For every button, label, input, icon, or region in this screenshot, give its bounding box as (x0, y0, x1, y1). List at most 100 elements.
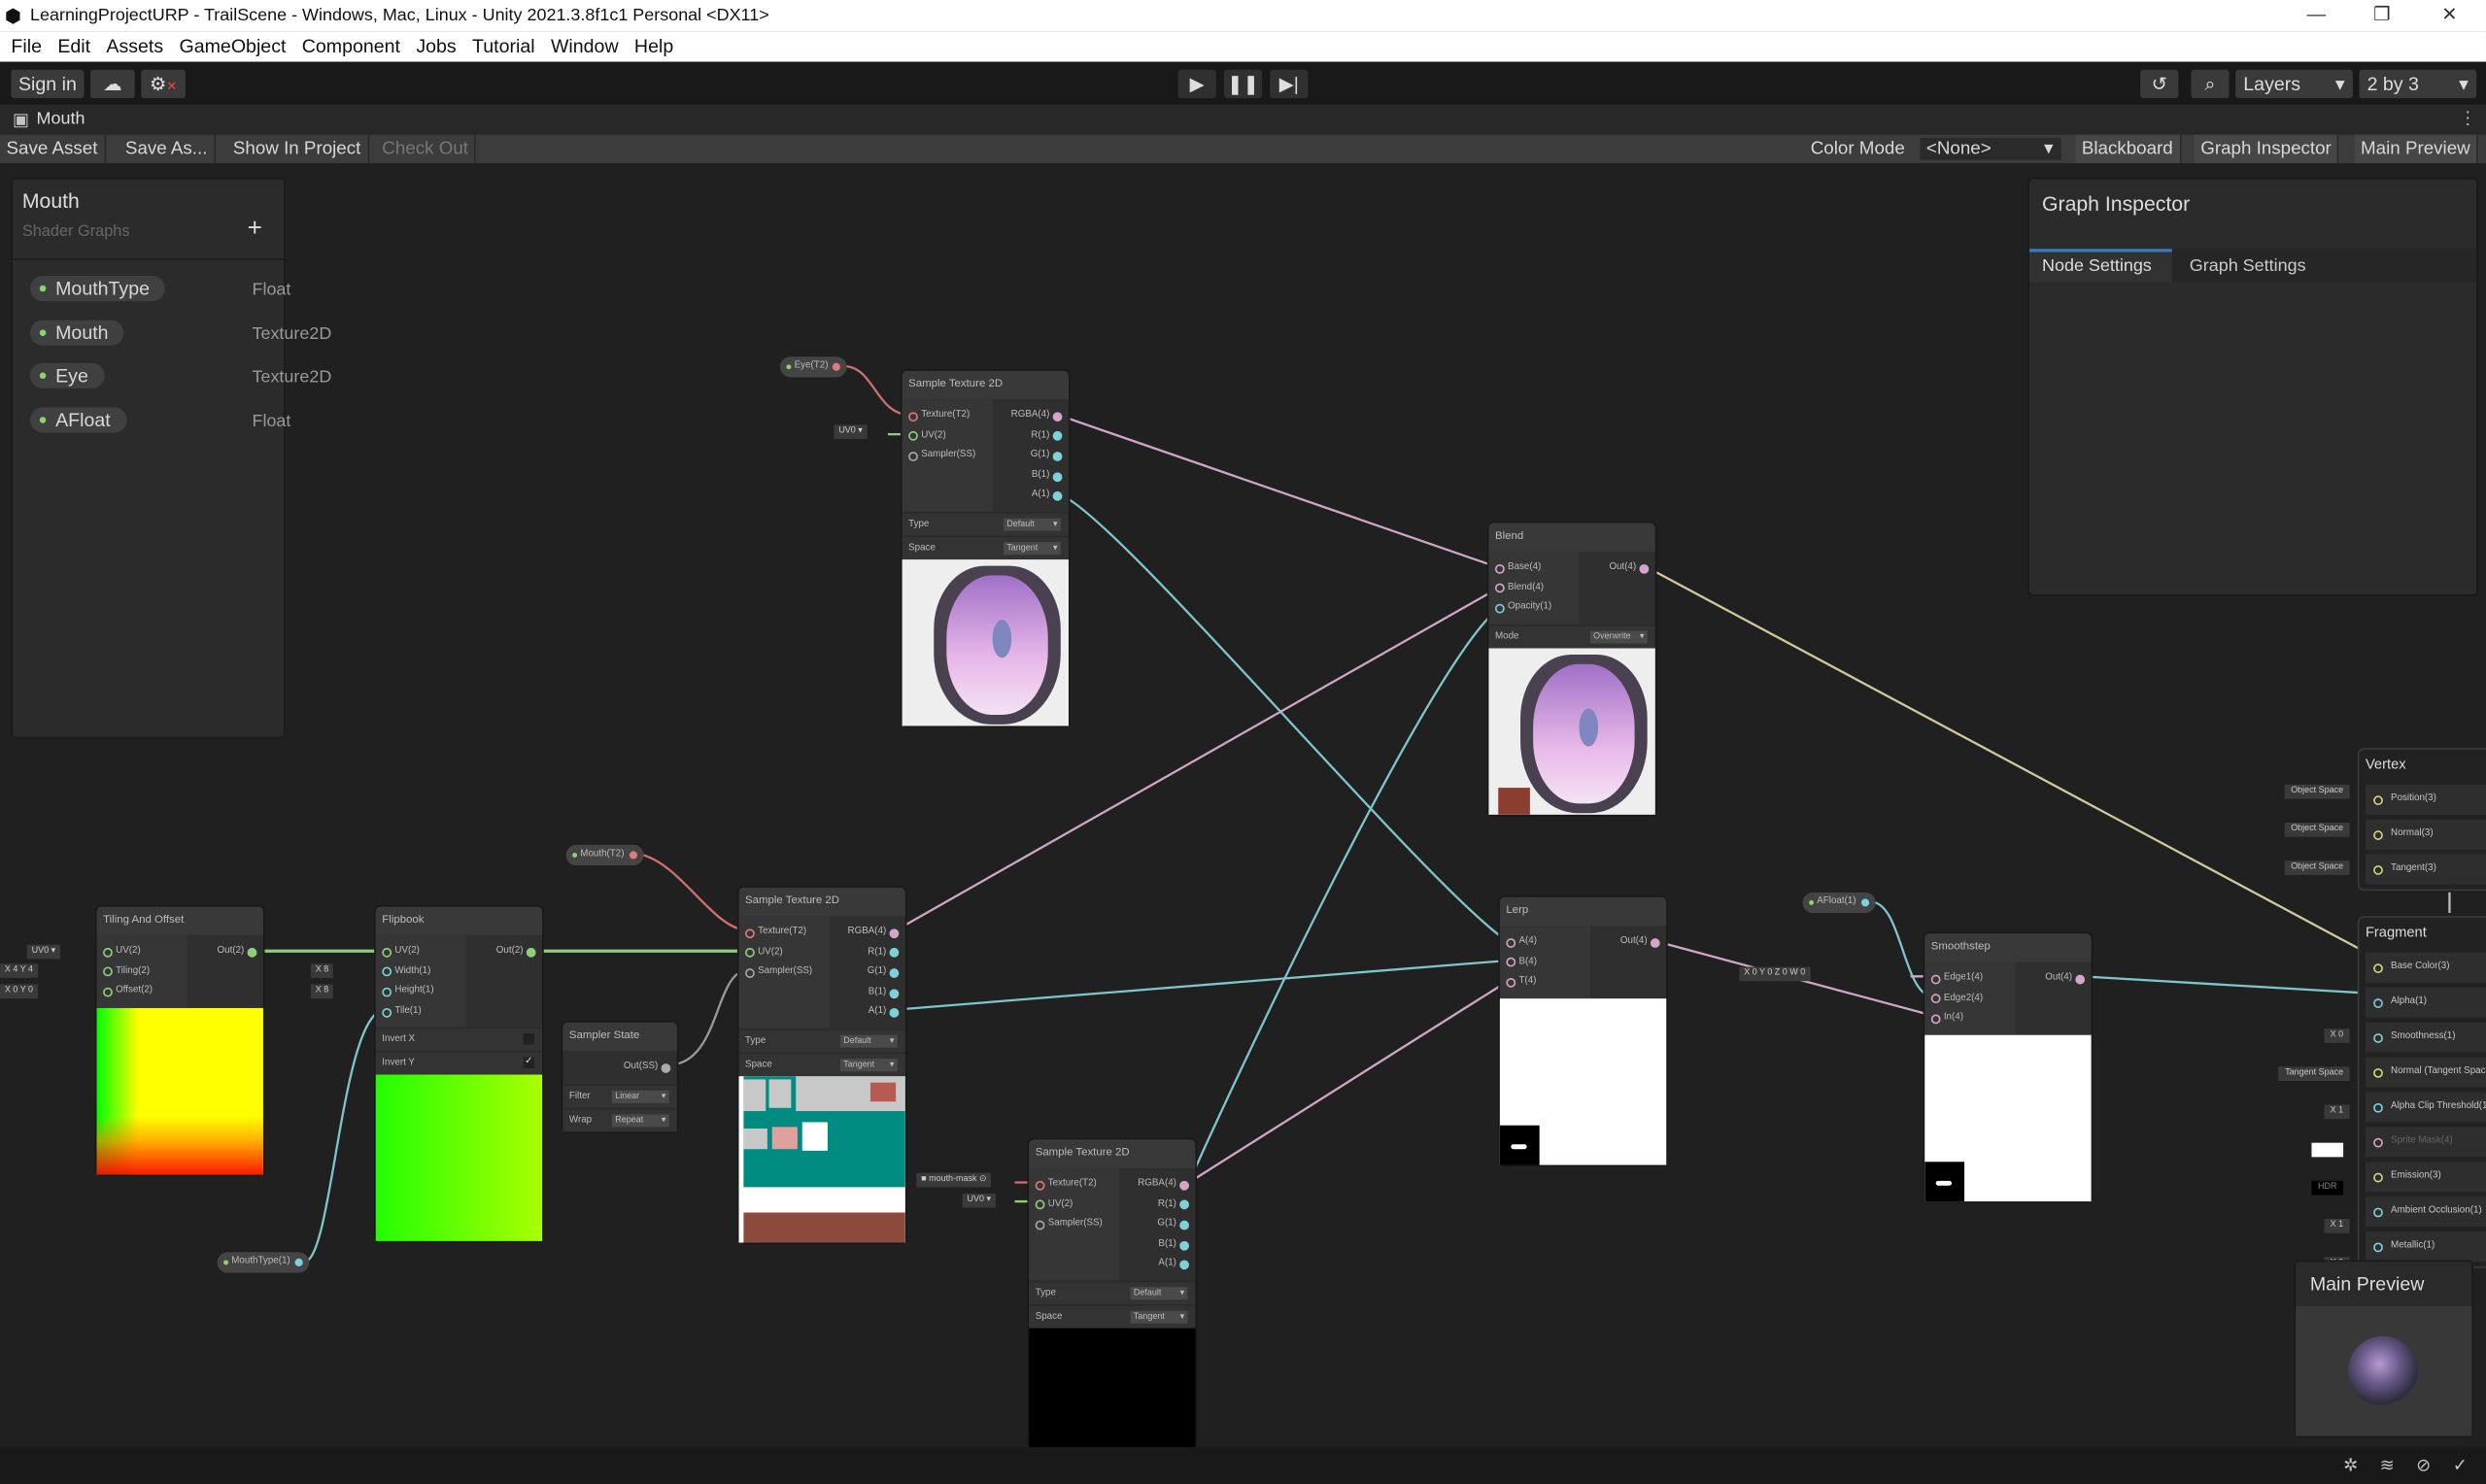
block-tangent-[interactable]: Tangent(3) (2365, 854, 2486, 885)
input-port[interactable]: Blend(4) (1488, 578, 1579, 598)
port-dot[interactable] (889, 968, 900, 978)
port-dot[interactable] (1860, 898, 1869, 907)
port-dot[interactable] (908, 431, 918, 442)
show-in-project-button[interactable]: Show In Project (226, 134, 369, 164)
inline-input-height[interactable]: X 8 (310, 984, 334, 999)
node-title[interactable]: Smoothstep (1924, 933, 2092, 962)
output-port[interactable]: B(1) (993, 465, 1069, 486)
block-input[interactable]: Tangent Space (2278, 1066, 2350, 1082)
port-dot[interactable] (1035, 1200, 1045, 1210)
output-port[interactable]: Out(2) (466, 941, 542, 961)
inline-input-uv0b[interactable]: UV0 ▾ (26, 944, 61, 960)
input-port[interactable]: Base(4) (1488, 557, 1579, 578)
port-dot[interactable] (1930, 1014, 1941, 1025)
block-input[interactable]: X 1 (2324, 1219, 2350, 1233)
checkbox[interactable] (523, 1033, 534, 1046)
port-dot[interactable] (908, 452, 918, 461)
block-metallic-[interactable]: Metallic(1) (2365, 1231, 2486, 1263)
port-dot[interactable] (2373, 830, 2383, 840)
block-emission-[interactable]: Emission(3) (2365, 1162, 2486, 1193)
color-mode-dropdown[interactable]: <None> ▾ (1920, 137, 2061, 160)
inline-input-xyzw[interactable]: X 0 Y 0 Z 0 W 0 (1739, 966, 1811, 982)
port-dot[interactable] (1506, 937, 1516, 948)
port-dot[interactable] (2373, 1137, 2383, 1148)
port-dot[interactable] (382, 967, 392, 977)
input-port[interactable]: Texture(T2) (739, 923, 830, 943)
inline-input-mask[interactable]: ■ mouth-mask ⊙ (916, 1172, 992, 1188)
port-dot[interactable] (103, 967, 113, 977)
input-port[interactable]: UV(2) (97, 941, 187, 961)
output-port[interactable]: R(1) (993, 425, 1069, 446)
output-port[interactable]: Out(2) (187, 941, 263, 961)
port-dot[interactable] (1506, 958, 1516, 968)
port-dot[interactable] (1179, 1180, 1189, 1191)
input-port[interactable]: UV(2) (376, 941, 466, 961)
port-dot[interactable] (1052, 452, 1063, 461)
input-port[interactable]: UV(2) (1029, 1195, 1119, 1215)
property-node-mouth[interactable]: Mouth(T2) (565, 844, 644, 866)
menu-assets[interactable]: Assets (106, 35, 163, 57)
play-button[interactable]: ▶ (1177, 69, 1216, 99)
input-port[interactable]: Sampler(SS) (1029, 1214, 1119, 1234)
node-title[interactable]: Sampler State (562, 1022, 677, 1052)
port-dot[interactable] (1052, 471, 1063, 482)
tab-graph-settings[interactable]: Graph Settings (2190, 252, 2306, 282)
port-dot[interactable] (1179, 1260, 1189, 1270)
port-dot[interactable] (2373, 963, 2383, 974)
inline-input-uv0a[interactable]: UV0 ▾ (834, 424, 868, 440)
save-as-button[interactable]: Save As... (119, 134, 216, 164)
blackboard-toggle[interactable]: Blackboard (2075, 134, 2181, 164)
node-smooth[interactable]: Smoothstep Edge1(4) Edge2(4) In(4) Out(4) (1924, 933, 2092, 1201)
mode-dropdown[interactable]: Overwrite (1589, 630, 1648, 644)
property-item-mouth[interactable]: Mouth Texture2D (30, 319, 331, 345)
port-dot[interactable] (247, 947, 257, 958)
node-sample2[interactable]: Sample Texture 2D Texture(T2) UV(2) Sampler… (738, 887, 905, 1243)
node-blend[interactable]: Blend Base(4) Blend(4) Opacity(1) Out(4) Mode… (1488, 523, 1655, 815)
space-dropdown[interactable]: Tangent (839, 1059, 898, 1072)
input-port[interactable]: Width(1) (376, 961, 466, 982)
search-button[interactable]: ⌕ (2191, 69, 2230, 99)
cloud-button[interactable]: ☁ (90, 69, 135, 99)
node-title[interactable]: Flipbook (375, 906, 543, 935)
checkbox[interactable]: ✓ (523, 1058, 534, 1069)
menu-edit[interactable]: Edit (57, 35, 90, 57)
output-port[interactable]: Out(4) (1579, 557, 1654, 578)
block-alpha-clip-threshold-[interactable]: Alpha Clip Threshold(1) (2365, 1092, 2486, 1123)
node-lerp[interactable]: Lerp A(4) B(4) T(4) Out(4) (1499, 896, 1667, 1165)
pause-button[interactable]: ❚❚ (1223, 69, 1263, 99)
node-title[interactable]: Lerp (1499, 896, 1667, 927)
step-button[interactable]: ▶| (1270, 69, 1309, 99)
input-port[interactable]: UV(2) (739, 942, 830, 962)
property-name[interactable]: AFloat (30, 406, 127, 432)
port-dot[interactable] (908, 411, 918, 422)
port-dot[interactable] (2373, 1067, 2383, 1078)
block-position-[interactable]: Position(3) (2365, 784, 2486, 815)
port-dot[interactable] (2373, 1102, 2383, 1113)
input-port[interactable]: A(4) (1500, 932, 1590, 953)
block-input[interactable]: Object Space (2284, 823, 2350, 837)
input-port[interactable]: In(4) (1924, 1008, 2015, 1029)
node-sample3[interactable]: Sample Texture 2D Texture(T2) UV(2) Sampler… (1029, 1139, 1196, 1447)
port-dot[interactable] (382, 947, 392, 958)
block-normal-[interactable]: Normal(3) (2365, 819, 2486, 850)
property-name[interactable]: Mouth (30, 319, 124, 345)
port-dot[interactable] (889, 988, 900, 998)
block-input[interactable]: X 1 (2324, 1104, 2350, 1120)
output-port[interactable]: A(1) (993, 486, 1069, 506)
output-port[interactable]: G(1) (1119, 1214, 1195, 1234)
port-dot[interactable] (745, 968, 755, 978)
port-dot[interactable] (1052, 491, 1063, 501)
network-icon[interactable]: ⊘ (2416, 1455, 2431, 1476)
port-dot[interactable] (2373, 1207, 2383, 1218)
property-node-mouthtype[interactable]: MouthType(1) (217, 1252, 310, 1273)
block-base-color-[interactable]: Base Color(3) (2365, 952, 2486, 983)
property-name[interactable]: MouthType (30, 275, 166, 302)
node-title[interactable]: Tiling And Offset (96, 906, 263, 935)
output-port[interactable]: G(1) (830, 962, 905, 983)
filter-dropdown[interactable]: Linear (611, 1090, 669, 1103)
node-title[interactable]: Sample Texture 2D (738, 887, 905, 917)
block-alpha-[interactable]: Alpha(1) (2365, 987, 2486, 1018)
input-port[interactable]: Opacity(1) (1488, 598, 1579, 619)
check-circle-icon[interactable]: ✓ (2453, 1455, 2468, 1476)
node-title[interactable]: Sample Texture 2D (1029, 1139, 1196, 1168)
